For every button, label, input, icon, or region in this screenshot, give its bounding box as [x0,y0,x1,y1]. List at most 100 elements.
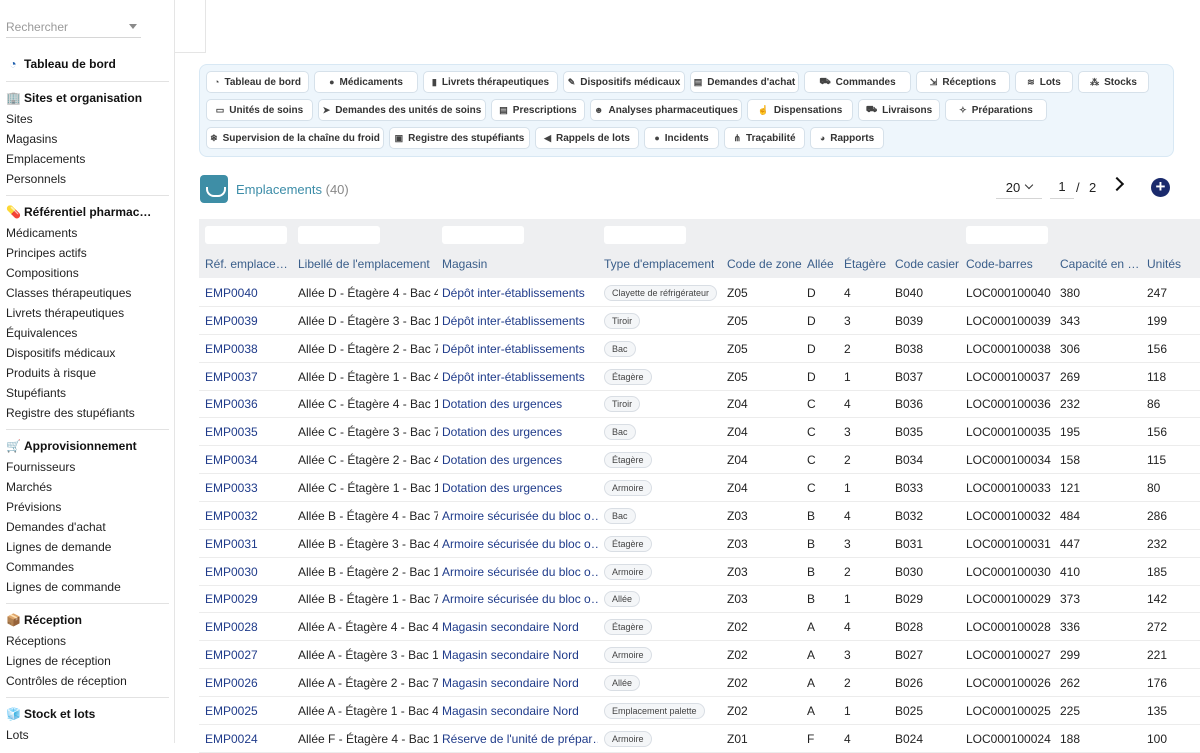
table-row[interactable]: EMP0035 Allée C - Étagère 3 - Bac 7 Dotati… [199,418,1200,447]
store-link[interactable]: Armoire sécurisée du bloc o… [442,509,598,523]
table-row[interactable]: EMP0033 Allée C - Étagère 1 - Bac 1 Dotati… [199,474,1200,502]
sidebar-item[interactable]: Produits à risque [6,366,96,380]
sidebar-item[interactable]: Stupéfiants [6,386,66,400]
ref-link[interactable]: EMP0033 [205,481,258,495]
store-link[interactable]: Dépôt inter-établissements [442,370,585,384]
table-row[interactable]: EMP0030 Allée B - Étagère 2 - Bac 1 Armoir… [199,558,1200,586]
sidebar-section-header[interactable]: 🛒 Approvisionnement [6,439,137,453]
nav-chip[interactable]: ▣ Registre des stupéfiants [389,127,530,149]
table-row[interactable]: EMP0037 Allée D - Étagère 1 - Bac 4 Dépôt … [199,363,1200,391]
ref-link[interactable]: EMP0040 [205,286,258,300]
store-link[interactable]: Armoire sécurisée du bloc o… [442,537,598,551]
table-row[interactable]: EMP0040 Allée D - Étagère 4 - Bac 4 Dépôt … [199,279,1200,307]
sidebar-item[interactable]: Prévisions [6,500,61,514]
nav-chip[interactable]: ● Médicaments [314,71,418,93]
store-link[interactable]: Armoire sécurisée du bloc o… [442,565,598,579]
store-link[interactable]: Dépôt inter-établissements [442,286,585,300]
column-header[interactable]: Allée [807,257,834,271]
per-page-select[interactable]: 20 [996,176,1042,199]
nav-chip[interactable]: ✎ Dispositifs médicaux [563,71,685,93]
ref-link[interactable]: EMP0029 [205,592,258,606]
nav-chip[interactable]: ▤ Prescriptions [491,99,585,121]
column-header[interactable]: Capacité en … [1060,257,1139,271]
sidebar-item[interactable]: Réceptions [6,634,66,648]
chevron-down-icon[interactable] [129,24,137,29]
ref-link[interactable]: EMP0028 [205,620,258,634]
sidebar-item[interactable]: Marchés [6,480,52,494]
ref-link[interactable]: EMP0025 [205,704,258,718]
sidebar-item[interactable]: Lignes de commande [6,580,121,594]
filter-input-magasin[interactable] [442,226,524,244]
nav-chip[interactable]: ⛟ Livraisons [858,99,940,121]
sidebar-item[interactable]: Livrets thérapeutiques [6,306,124,320]
table-row[interactable]: EMP0032 Allée B - Étagère 4 - Bac 7 Armoir… [199,502,1200,530]
column-header[interactable]: Libellé de l'emplacement [298,257,430,271]
store-link[interactable]: Dotation des urgences [442,453,562,467]
filter-input-ref[interactable] [205,226,287,244]
sidebar-item[interactable]: Sites [6,112,33,126]
nav-chip[interactable]: ⇲ Réceptions [916,71,1010,93]
store-link[interactable]: Magasin secondaire Nord [442,676,579,690]
table-row[interactable]: EMP0025 Allée A - Étagère 1 - Bac 4 Magasi… [199,697,1200,725]
store-link[interactable]: Dotation des urgences [442,425,562,439]
sidebar-item[interactable]: Contrôles de réception [6,674,127,688]
ref-link[interactable]: EMP0035 [205,425,258,439]
store-link[interactable]: Dotation des urgences [442,481,562,495]
sidebar-item[interactable]: Équivalences [6,326,77,340]
sidebar-item[interactable]: Lignes de demande [6,540,111,554]
column-header[interactable]: Code casier [895,257,959,271]
sidebar-section-header[interactable]: 📦 Réception [6,613,82,627]
nav-chip[interactable]: ▭ Unités de soins [206,99,313,121]
nav-chip[interactable]: ⋔ Traçabilité [724,127,805,149]
store-link[interactable]: Dépôt inter-établissements [442,314,585,328]
sidebar-item[interactable]: Lots [6,728,29,742]
sidebar-dashboard-link[interactable]: ◔ Tableau de bord [6,57,115,71]
store-link[interactable]: Dépôt inter-établissements [442,342,585,356]
sidebar-section-header[interactable]: 🏢 Sites et organisation [6,91,142,105]
sidebar-item[interactable]: Demandes d'achat [6,520,106,534]
ref-link[interactable]: EMP0037 [205,370,258,384]
sidebar-item[interactable]: Principes actifs [6,246,87,260]
sidebar-item[interactable]: Classes thérapeutiques [6,286,131,300]
table-row[interactable]: EMP0038 Allée D - Étagère 2 - Bac 7 Dépôt … [199,335,1200,363]
sidebar-item[interactable]: Emplacements [6,152,85,166]
nav-chip[interactable]: ◔ Tableau de bord [206,71,309,93]
column-header[interactable]: Unités [1147,257,1181,271]
nav-chip[interactable]: ▤ Demandes d'achat [690,71,799,93]
table-row[interactable]: EMP0028 Allée A - Étagère 4 - Bac 4 Magasi… [199,613,1200,642]
sidebar-section-header[interactable]: 🧊 Stock et lots [6,707,95,721]
sidebar-item[interactable]: Personnels [6,172,66,186]
store-link[interactable]: Magasin secondaire Nord [442,704,579,718]
table-row[interactable]: EMP0027 Allée A - Étagère 3 - Bac 1 Magasi… [199,641,1200,670]
nav-chip[interactable]: ≋ Lots [1015,71,1073,93]
ref-link[interactable]: EMP0038 [205,342,258,356]
column-header[interactable]: Étagère [844,257,886,271]
sidebar-item[interactable]: Registre des stupéfiants [6,406,135,420]
ref-link[interactable]: EMP0024 [205,732,258,746]
next-page-chevron-icon[interactable] [1109,176,1125,192]
add-record-button[interactable]: + [1151,178,1170,197]
sidebar-item[interactable]: Fournisseurs [6,460,75,474]
sidebar-item[interactable]: Lignes de réception [6,654,111,668]
store-link[interactable]: Dotation des urgences [442,397,562,411]
sidebar-item[interactable]: Médicaments [6,226,77,240]
ref-link[interactable]: EMP0039 [205,314,258,328]
filter-input-type[interactable] [604,226,686,244]
ref-link[interactable]: EMP0027 [205,648,258,662]
nav-chip[interactable]: ⁂ Stocks [1078,71,1149,93]
search-select[interactable]: Rechercher [6,16,141,38]
nav-chip[interactable]: ● Incidents [644,127,719,149]
column-header[interactable]: Réf. emplace… [205,257,287,271]
table-row[interactable]: EMP0034 Allée C - Étagère 2 - Bac 4 Dotati… [199,446,1200,475]
filter-input-libelle[interactable] [298,226,380,244]
column-header[interactable]: Code de zone [727,257,802,271]
table-row[interactable]: EMP0039 Allée D - Étagère 3 - Bac 1 Dépôt … [199,307,1200,335]
sidebar-item[interactable]: Commandes [6,560,74,574]
store-link[interactable]: Magasin secondaire Nord [442,648,579,662]
store-link[interactable]: Réserve de l'unité de prépar… [442,732,598,746]
nav-chip[interactable]: ✧ Préparations [945,99,1047,121]
nav-chip[interactable]: ☻ Analyses pharmaceutiques [590,99,742,121]
ref-link[interactable]: EMP0034 [205,453,258,467]
nav-chip[interactable]: ◕ Rapports [810,127,884,149]
column-header[interactable]: Code-barres [966,257,1033,271]
